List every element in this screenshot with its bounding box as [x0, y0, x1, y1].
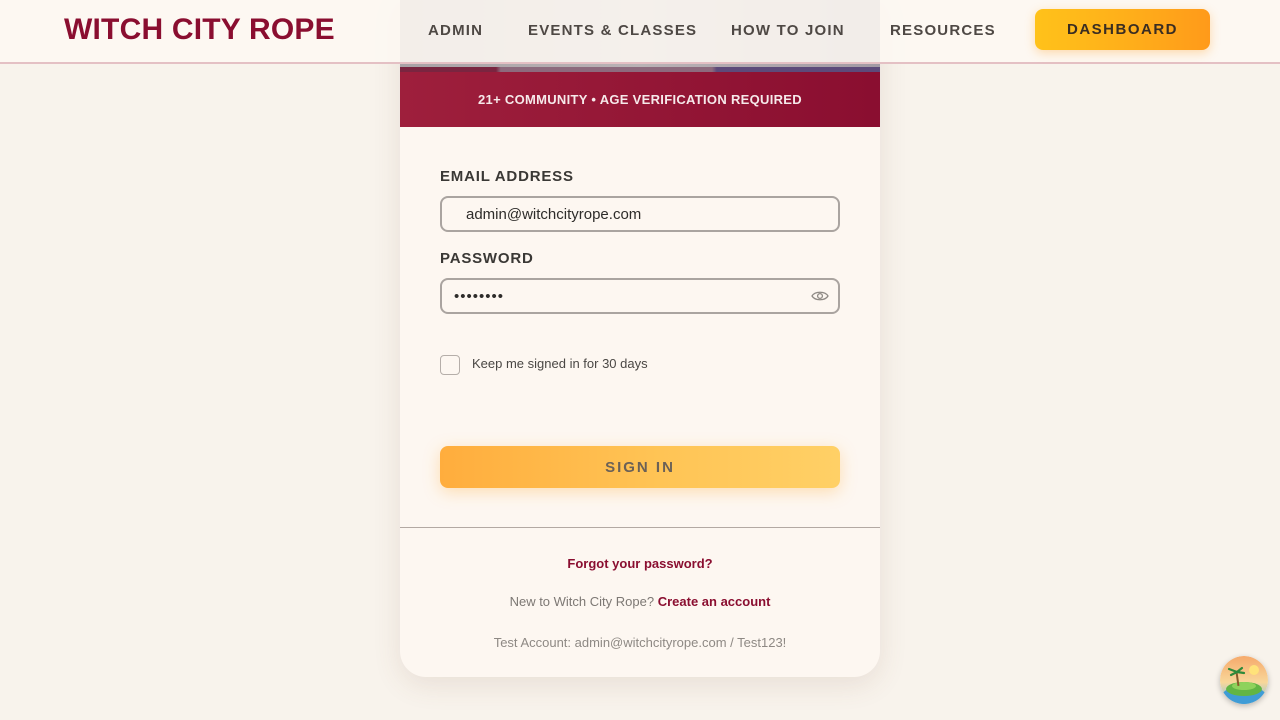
remember-checkbox[interactable] [440, 355, 460, 375]
card-divider [400, 527, 880, 528]
site-logo[interactable]: WITCH CITY ROPE [64, 13, 335, 47]
eye-icon[interactable] [811, 289, 829, 303]
site-header: WITCH CITY ROPE ADMIN EVENTS & CLASSES H… [0, 0, 1280, 64]
nav-how-to-join[interactable]: HOW TO JOIN [731, 22, 845, 39]
new-user-prompt: New to Witch City Rope? [509, 594, 655, 609]
password-label: PASSWORD [440, 250, 534, 267]
forgot-password-link[interactable]: Forgot your password? [400, 556, 880, 571]
age-banner-text: 21+ COMMUNITY • AGE VERIFICATION REQUIRE… [478, 92, 802, 107]
nav-resources[interactable]: RESOURCES [890, 22, 996, 39]
test-account-info: Test Account: admin@witchcityrope.com / … [493, 635, 787, 650]
email-input[interactable] [440, 196, 840, 232]
create-account-row: New to Witch City Rope? Create an accoun… [400, 594, 880, 609]
nav-events-classes[interactable]: EVENTS & CLASSES [528, 22, 697, 39]
remember-label: Keep me signed in for 30 days [472, 356, 648, 371]
login-card: 21+ COMMUNITY • AGE VERIFICATION REQUIRE… [400, 0, 880, 677]
beach-island-icon[interactable] [1220, 656, 1268, 704]
email-label: EMAIL ADDRESS [440, 168, 574, 185]
sign-in-button[interactable]: SIGN IN [440, 446, 840, 488]
dashboard-button[interactable]: DASHBOARD [1035, 9, 1210, 50]
age-verification-banner: 21+ COMMUNITY • AGE VERIFICATION REQUIRE… [400, 72, 880, 127]
nav-admin[interactable]: ADMIN [428, 22, 483, 39]
create-account-link[interactable]: Create an account [658, 594, 771, 609]
password-input[interactable] [440, 278, 840, 314]
